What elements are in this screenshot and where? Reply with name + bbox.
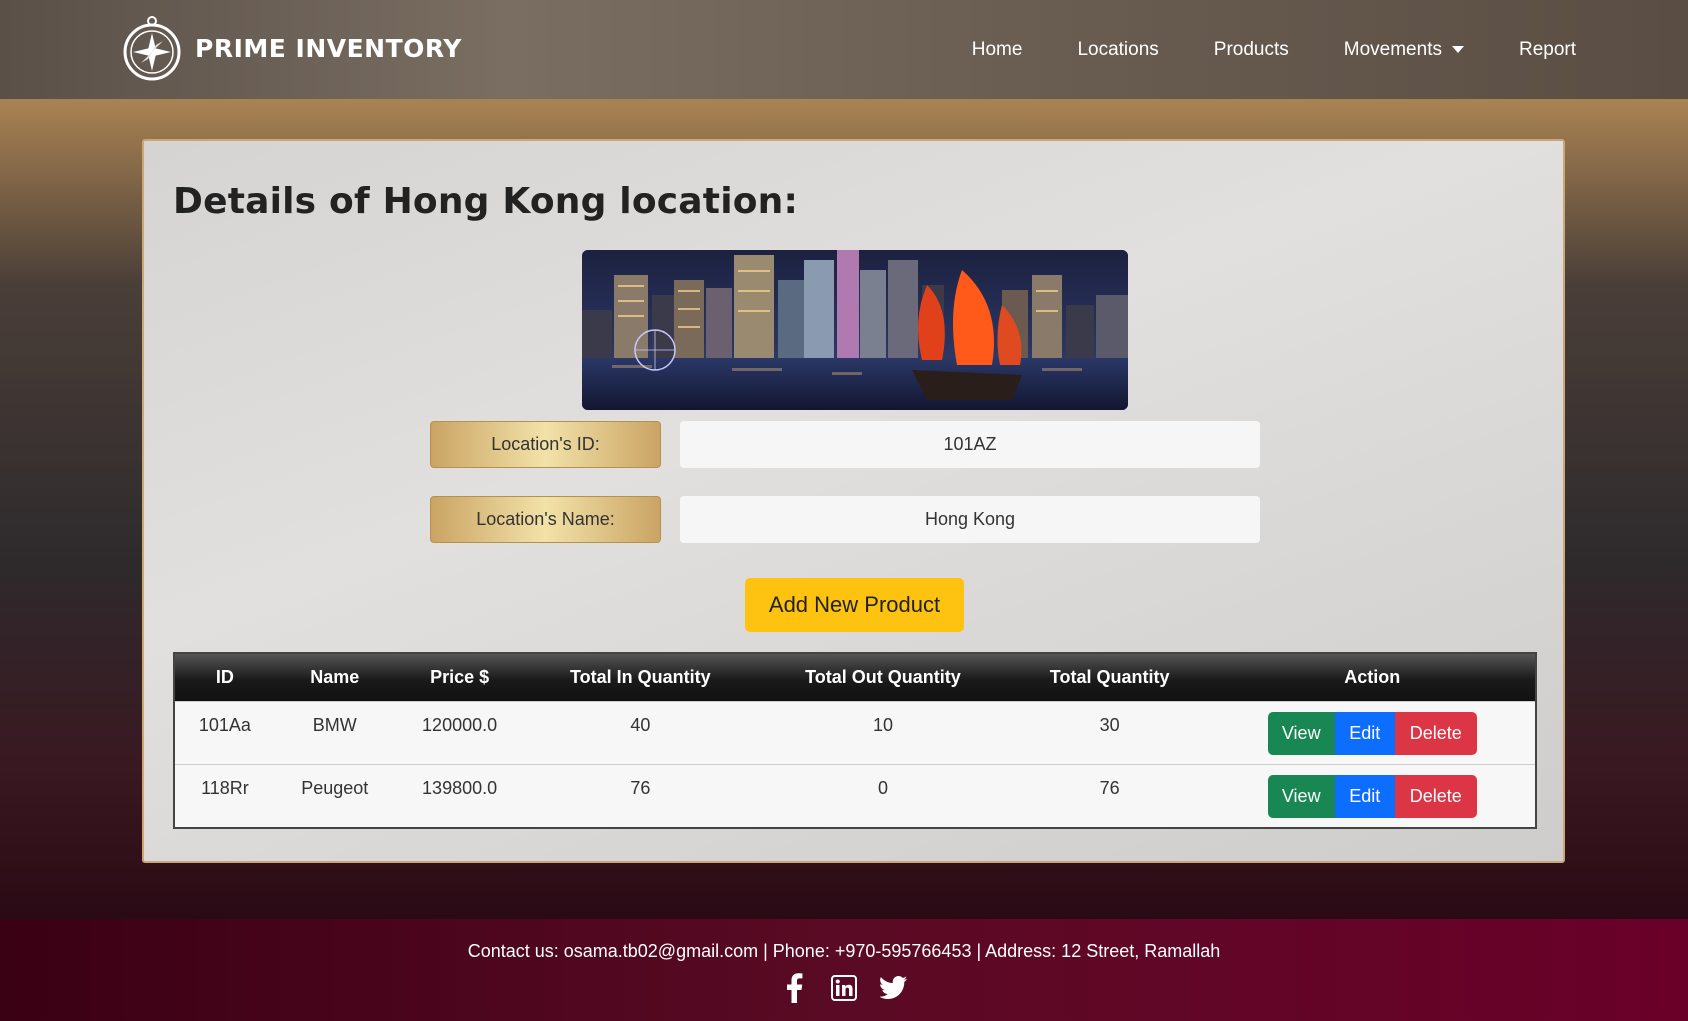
brand[interactable]: PRIME INVENTORY xyxy=(123,15,462,81)
cell-total-out: 10 xyxy=(872,714,893,735)
nav-home[interactable]: Home xyxy=(972,39,1023,61)
delete-button[interactable]: Delete xyxy=(1394,711,1477,755)
location-name-label: Location's Name: xyxy=(430,496,661,543)
view-button[interactable]: View xyxy=(1267,711,1335,755)
cell-total-out: 0 xyxy=(877,777,888,798)
header-total-in: Total In Quantity xyxy=(569,667,711,687)
location-id-label: Location's ID: xyxy=(430,421,661,468)
social-links xyxy=(0,973,1688,1003)
header-price: Price $ xyxy=(430,667,490,687)
nav-report-label: Report xyxy=(1518,38,1576,60)
cell-name: Peugeot xyxy=(301,777,369,798)
cell-id: 118Rr xyxy=(201,777,249,798)
add-new-product-button[interactable]: Add New Product xyxy=(745,578,964,632)
page-title: Details of Hong Kong location: xyxy=(173,181,799,222)
brand-name: PRIME INVENTORY xyxy=(195,33,462,63)
header-total: Total Quantity xyxy=(1049,667,1170,687)
location-image xyxy=(582,250,1128,410)
nav-locations[interactable]: Locations xyxy=(1077,39,1158,61)
linkedin-icon[interactable] xyxy=(830,973,858,1003)
table-row: 101Aa BMW 120000.0 40 10 30 View Edit De… xyxy=(175,701,1535,764)
footer: Contact us: osama.tb02@gmail.com | Phone… xyxy=(0,919,1688,1021)
edit-button[interactable]: Edit xyxy=(1334,774,1395,818)
row-actions: View Edit Delete xyxy=(1209,711,1535,755)
nav-home-label: Home xyxy=(971,38,1023,60)
view-button[interactable]: View xyxy=(1267,774,1335,818)
header-id: ID xyxy=(215,667,234,687)
location-name-field[interactable]: Hong Kong xyxy=(680,496,1260,543)
cell-id: 101Aa xyxy=(198,714,251,735)
cell-price: 120000.0 xyxy=(422,714,498,735)
table-row: 118Rr Peugeot 139800.0 76 0 76 View Edit… xyxy=(175,764,1535,827)
nav-locations-label: Locations xyxy=(1077,38,1159,60)
nav-report[interactable]: Report xyxy=(1519,39,1576,61)
header-total-out: Total Out Quantity xyxy=(805,667,961,687)
cell-price: 139800.0 xyxy=(422,777,498,798)
caret-down-icon xyxy=(1451,46,1464,53)
location-details-card: Details of Hong Kong location: Location'… xyxy=(142,139,1565,863)
cell-total-in: 40 xyxy=(630,714,651,735)
nav-products-label: Products xyxy=(1213,38,1289,60)
nav-products[interactable]: Products xyxy=(1214,39,1289,61)
cell-total: 76 xyxy=(1099,777,1120,798)
footer-contact: Contact us: osama.tb02@gmail.com | Phone… xyxy=(467,941,1221,961)
facebook-icon[interactable] xyxy=(780,973,808,1003)
edit-button[interactable]: Edit xyxy=(1334,711,1395,755)
navbar: PRIME INVENTORY Home Locations Products … xyxy=(0,0,1688,99)
nav-movements-label: Movements xyxy=(1343,38,1442,60)
header-action: Action xyxy=(1344,667,1401,687)
location-id-field[interactable]: 101AZ xyxy=(680,421,1260,468)
products-table: ID Name Price $ Total In Quantity Total … xyxy=(173,652,1537,829)
cell-name: BMW xyxy=(312,714,357,735)
delete-button[interactable]: Delete xyxy=(1394,774,1477,818)
compass-logo-icon xyxy=(123,15,181,81)
nav-movements-dropdown[interactable]: Movements xyxy=(1344,39,1464,61)
cell-total: 30 xyxy=(1099,714,1120,735)
cell-total-in: 76 xyxy=(630,777,651,798)
row-actions: View Edit Delete xyxy=(1209,774,1535,818)
table-header: ID Name Price $ Total In Quantity Total … xyxy=(175,654,1535,701)
twitter-icon[interactable] xyxy=(880,973,908,1003)
header-name: Name xyxy=(310,667,360,687)
nav-menu: Home Locations Products Movements Report xyxy=(917,0,1576,99)
